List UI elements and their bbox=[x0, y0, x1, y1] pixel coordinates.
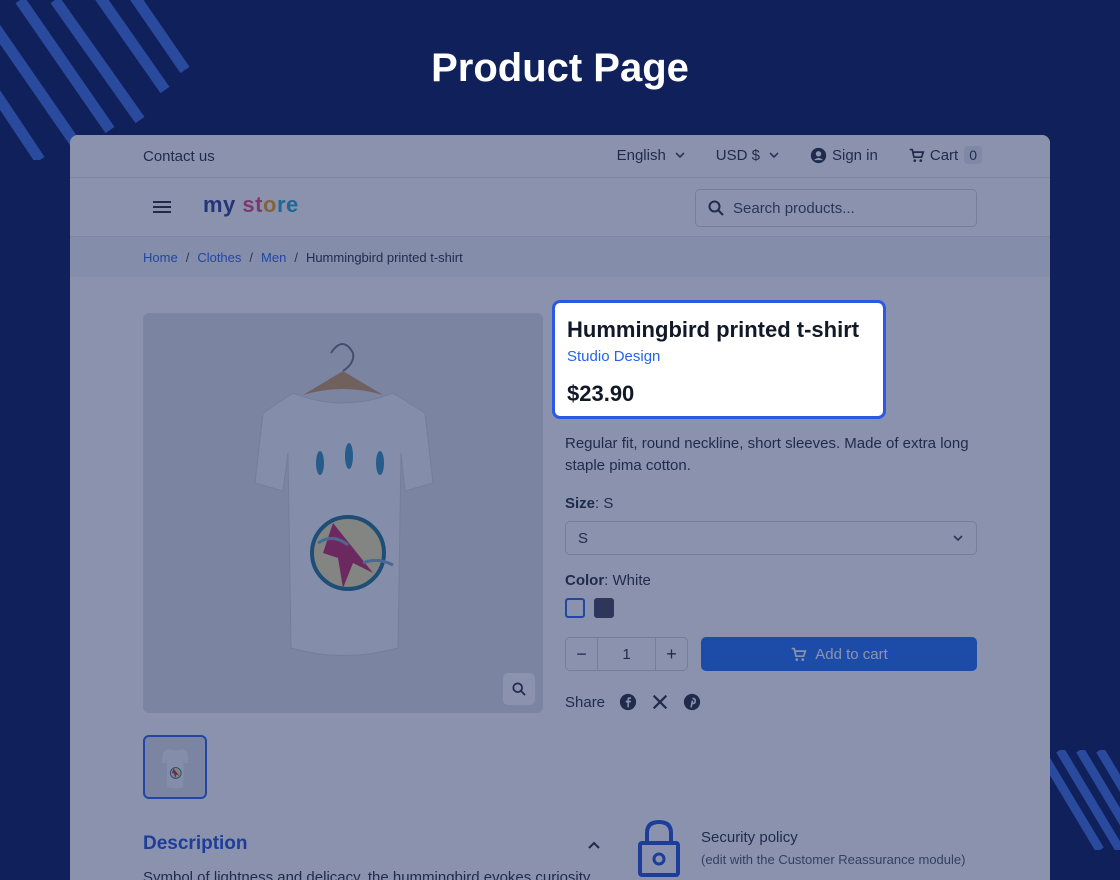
chevron-down-icon bbox=[675, 152, 685, 159]
add-to-cart-button[interactable]: Add to cart bbox=[701, 637, 977, 671]
description-body: Symbol of lightness and delicacy, the hu… bbox=[143, 869, 591, 880]
search-input[interactable]: Search products... bbox=[695, 189, 977, 227]
size-label: Size: S bbox=[565, 495, 614, 512]
quantity-input[interactable]: 1 bbox=[598, 638, 655, 670]
store-logo[interactable]: my store bbox=[203, 192, 299, 218]
color-label-text: Color bbox=[565, 572, 605, 589]
breadcrumb-separator: / bbox=[249, 249, 254, 265]
color-label: Color: White bbox=[565, 572, 651, 589]
top-bar: Contact us English USD $ Sign in Cart 0 bbox=[70, 135, 1050, 178]
share-row: Share bbox=[565, 693, 701, 711]
facebook-icon[interactable] bbox=[619, 693, 637, 711]
breadcrumb-home[interactable]: Home bbox=[143, 250, 178, 265]
user-icon bbox=[810, 147, 827, 163]
chevron-up-icon[interactable] bbox=[586, 837, 602, 853]
tshirt-thumbnail-image bbox=[161, 749, 189, 789]
decorative-stripes bbox=[1040, 750, 1120, 850]
breadcrumb-separator: / bbox=[185, 249, 190, 265]
share-label: Share bbox=[565, 693, 606, 711]
breadcrumb: Home / Clothes / Men / Hummingbird print… bbox=[70, 237, 1050, 277]
search-icon bbox=[708, 200, 724, 216]
breadcrumb-men[interactable]: Men bbox=[261, 250, 286, 265]
product-thumbnail[interactable] bbox=[143, 735, 207, 799]
sign-in-label: Sign in bbox=[831, 146, 878, 164]
language-selector[interactable]: English bbox=[617, 147, 686, 164]
color-swatch-white[interactable] bbox=[565, 598, 585, 618]
size-label-text: Size bbox=[565, 495, 596, 512]
highlighted-title-card: Hummingbird printed t-shirt Studio Desig… bbox=[552, 300, 886, 419]
description-heading[interactable]: Description bbox=[143, 833, 248, 855]
search-placeholder: Search products... bbox=[733, 199, 855, 217]
breadcrumb-current: Hummingbird printed t-shirt bbox=[305, 249, 463, 265]
cart-link[interactable]: Cart 0 bbox=[908, 146, 982, 164]
product-image[interactable] bbox=[143, 313, 543, 713]
chevron-down-icon bbox=[953, 535, 963, 542]
quantity-stepper: − 1 + bbox=[565, 637, 688, 671]
size-value: S bbox=[603, 495, 614, 512]
zoom-icon bbox=[512, 682, 526, 696]
zoom-button[interactable] bbox=[503, 673, 535, 705]
product-short-description: Regular fit, round neckline, short sleev… bbox=[565, 435, 969, 474]
x-twitter-icon[interactable] bbox=[651, 693, 669, 711]
currency-selector[interactable]: USD $ bbox=[716, 147, 780, 164]
chevron-down-icon bbox=[769, 152, 779, 159]
product-title: Hummingbird printed t-shirt bbox=[567, 317, 860, 342]
tshirt-image bbox=[254, 343, 434, 656]
color-swatch-dark[interactable] bbox=[594, 598, 614, 618]
site-header: my store Search products... bbox=[70, 178, 1050, 237]
store-screenshot: Contact us English USD $ Sign in Cart 0 bbox=[70, 135, 1050, 880]
language-label: English bbox=[616, 146, 666, 164]
currency-label: USD $ bbox=[715, 146, 760, 164]
color-value: White bbox=[612, 572, 651, 589]
product-brand-link[interactable]: Studio Design bbox=[567, 348, 660, 365]
add-to-cart-label: Add to cart bbox=[815, 645, 888, 663]
top-bar-right: English USD $ Sign in Cart 0 bbox=[617, 146, 982, 164]
sign-in-link[interactable]: Sign in bbox=[810, 147, 878, 164]
page-title: Product Page bbox=[431, 46, 689, 90]
reassurance-title: Security policy bbox=[701, 829, 798, 846]
size-select[interactable]: S bbox=[565, 521, 977, 555]
product-price: $23.90 bbox=[567, 381, 635, 406]
quantity-decrease-button[interactable]: − bbox=[566, 638, 598, 670]
breadcrumb-separator: / bbox=[294, 249, 298, 265]
size-selected-value: S bbox=[578, 529, 589, 547]
cart-icon bbox=[791, 647, 807, 661]
contact-link[interactable]: Contact us bbox=[143, 148, 215, 165]
lock-icon bbox=[638, 819, 680, 877]
cart-count-badge: 0 bbox=[964, 146, 982, 164]
cart-icon bbox=[909, 148, 925, 162]
reassurance-subtitle: (edit with the Customer Reassurance modu… bbox=[701, 852, 966, 867]
pinterest-icon[interactable] bbox=[683, 693, 701, 711]
menu-icon[interactable] bbox=[152, 199, 172, 215]
quantity-increase-button[interactable]: + bbox=[655, 638, 687, 670]
breadcrumb-clothes[interactable]: Clothes bbox=[197, 250, 241, 265]
cart-label: Cart bbox=[929, 146, 959, 164]
